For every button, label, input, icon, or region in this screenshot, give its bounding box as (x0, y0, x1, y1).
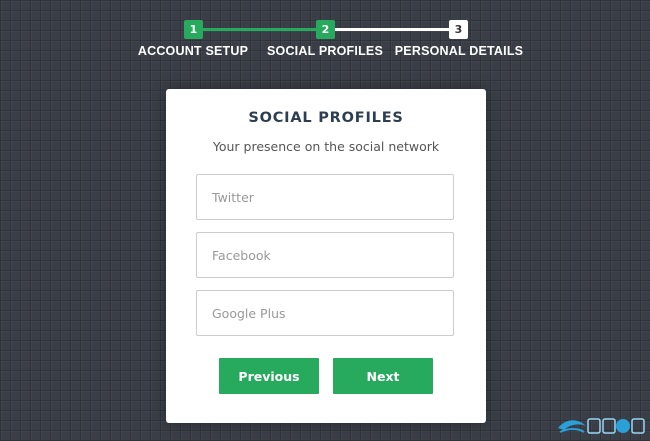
form-title: SOCIAL PROFILES (248, 110, 404, 126)
google-plus-field[interactable] (196, 290, 454, 336)
previous-button[interactable]: Previous (219, 358, 319, 394)
twitter-field[interactable] (196, 174, 454, 220)
step-2-label: SOCIAL PROFILES (267, 44, 383, 58)
progress-line-pending (325, 28, 458, 31)
next-button[interactable]: Next (333, 358, 433, 394)
facebook-field[interactable] (196, 232, 454, 278)
progress-line-complete (193, 28, 325, 31)
step-3-number[interactable]: 3 (449, 20, 468, 39)
step-2-number[interactable]: 2 (316, 20, 335, 39)
progress-bar: 1 2 3 ACCOUNT SETUP SOCIAL PROFILES PERS… (0, 0, 650, 70)
step-1-number[interactable]: 1 (184, 20, 203, 39)
step-1-label: ACCOUNT SETUP (137, 44, 249, 58)
watermark-logo-icon (558, 418, 645, 434)
step-3-label: PERSONAL DETAILS (394, 44, 524, 58)
form-subtitle: Your presence on the social network (212, 139, 440, 154)
social-profiles-form: SOCIAL PROFILES Your presence on the soc… (166, 89, 486, 423)
watermark-logo (556, 414, 646, 438)
